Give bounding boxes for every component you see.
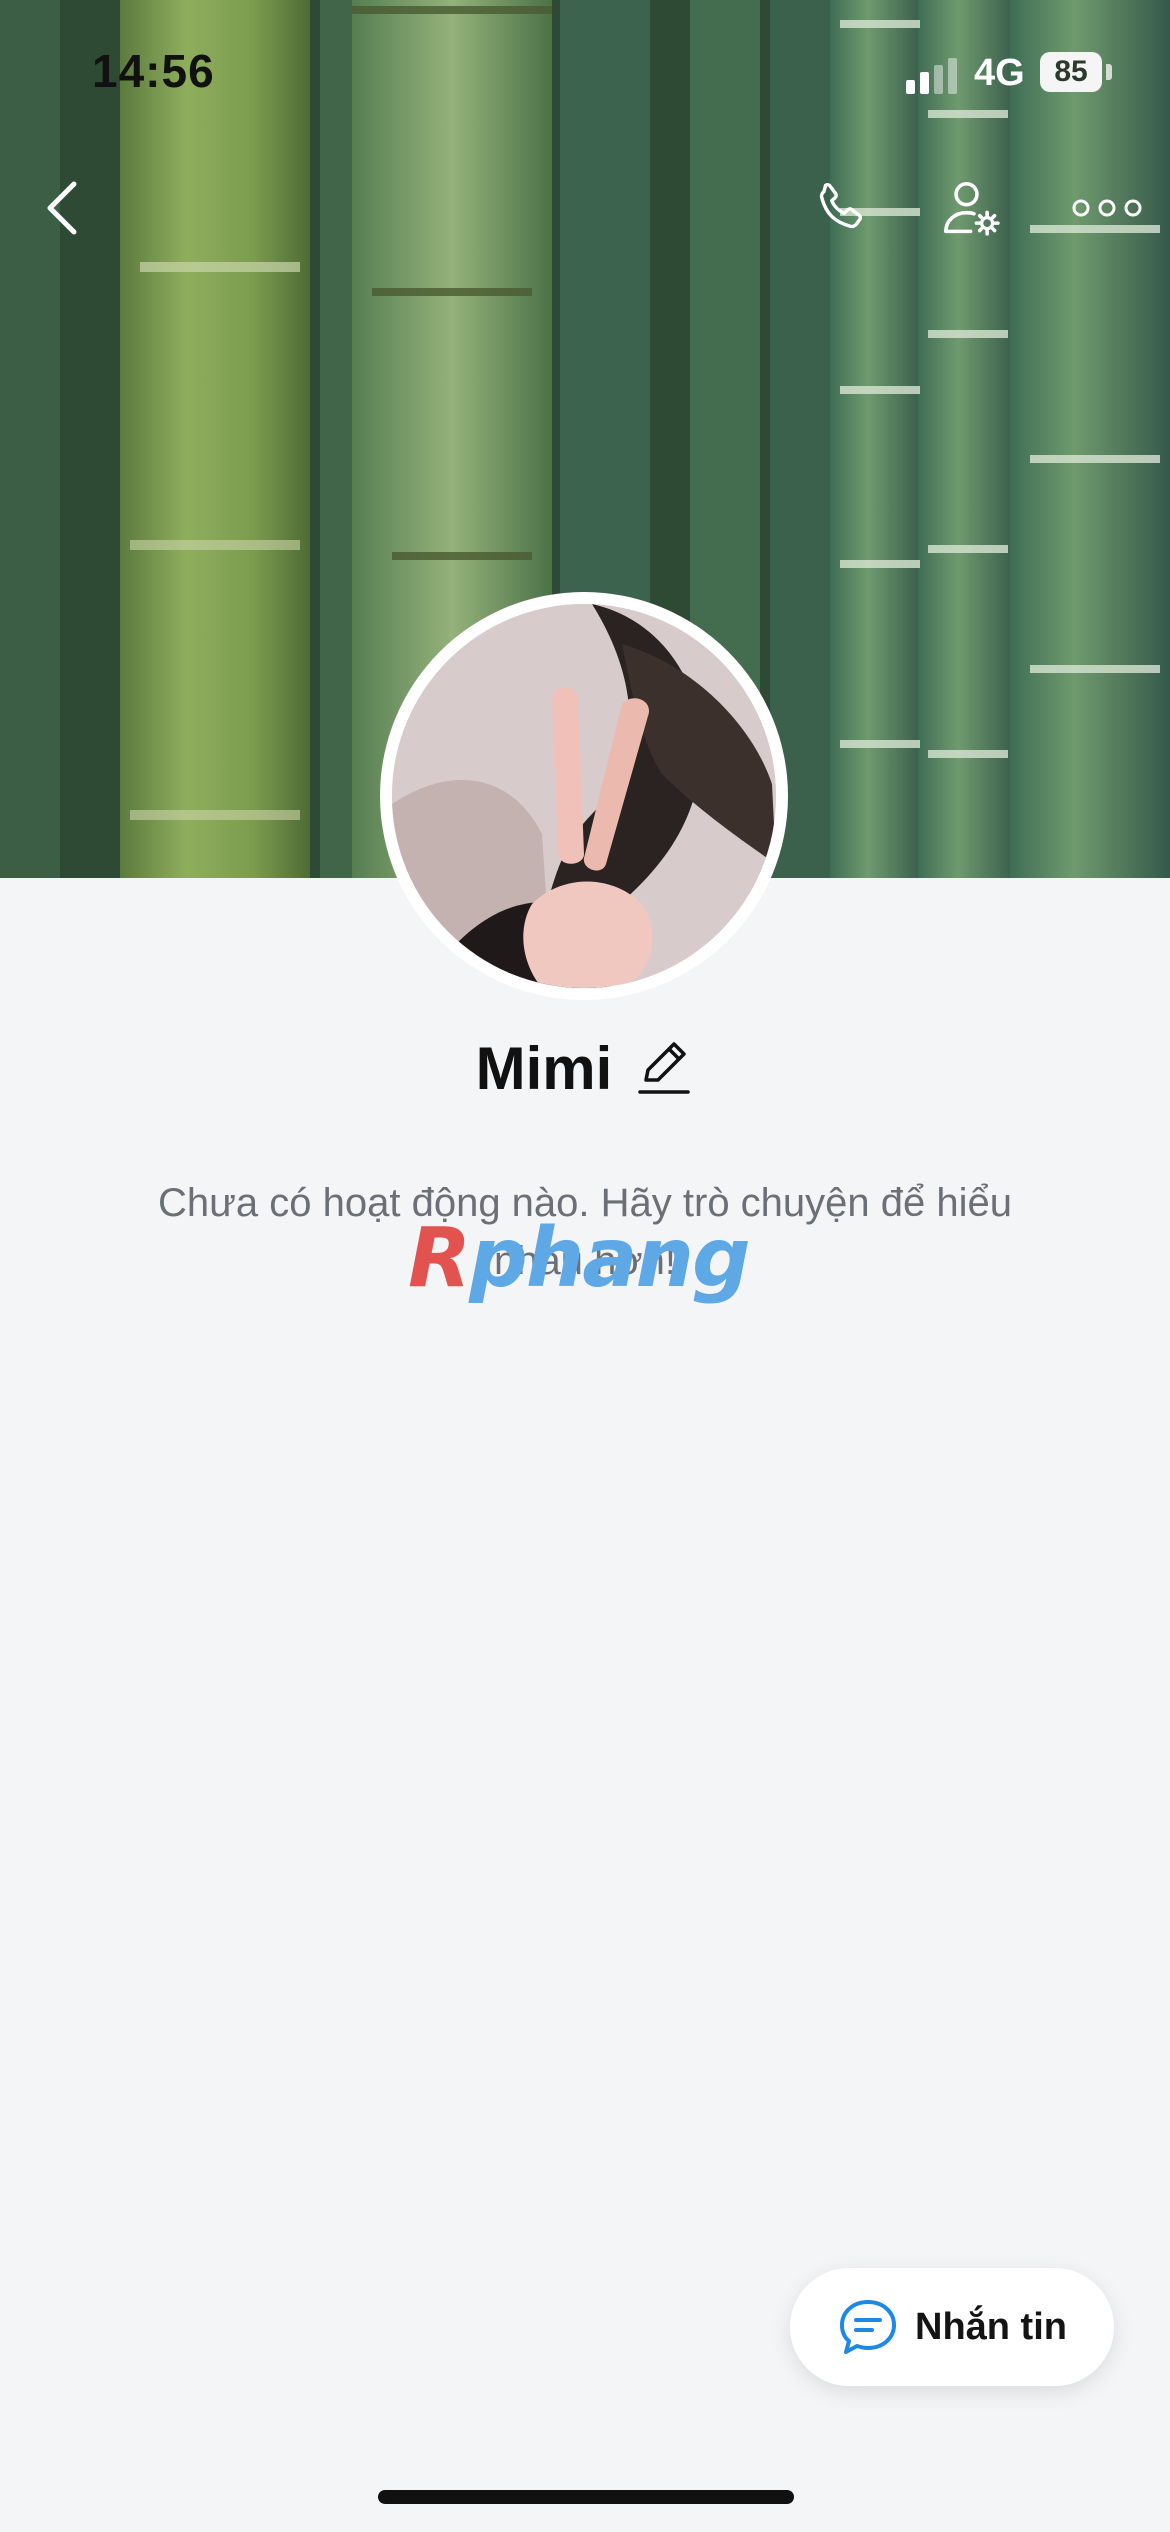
edit-name-button[interactable] bbox=[634, 1036, 694, 1100]
watermark-first-letter: R bbox=[408, 1211, 471, 1306]
more-horizontal-icon bbox=[1072, 199, 1142, 217]
avatar-photo bbox=[392, 604, 776, 988]
profile-name-row: Mimi bbox=[0, 1028, 1170, 1108]
user-settings-button[interactable] bbox=[932, 168, 1012, 248]
status-bar: 14:56 4G 85 bbox=[0, 0, 1170, 150]
phone-icon bbox=[819, 182, 863, 229]
battery-tip bbox=[1106, 64, 1112, 80]
message-button[interactable]: Nhắn tin bbox=[790, 2268, 1114, 2386]
message-button-label: Nhắn tin bbox=[915, 2305, 1067, 2348]
user-settings-icon bbox=[944, 182, 1000, 236]
pencil-icon bbox=[638, 1042, 691, 1094]
signal-icon bbox=[906, 58, 957, 94]
chat-bubble-icon bbox=[840, 2300, 896, 2354]
back-button[interactable] bbox=[30, 168, 94, 248]
call-button[interactable] bbox=[800, 168, 880, 248]
home-indicator[interactable] bbox=[378, 2490, 794, 2504]
battery-indicator: 85 bbox=[1040, 52, 1102, 92]
network-type: 4G bbox=[974, 52, 1025, 94]
watermark-logo: Rphang bbox=[408, 1214, 768, 1304]
avatar-image bbox=[392, 604, 776, 988]
watermark-rest: phang bbox=[469, 1211, 750, 1306]
chevron-left-icon bbox=[47, 181, 77, 235]
status-time: 14:56 bbox=[92, 45, 215, 97]
profile-avatar[interactable] bbox=[380, 592, 788, 1000]
more-button[interactable] bbox=[1062, 168, 1152, 248]
profile-name: Mimi bbox=[475, 1034, 613, 1102]
